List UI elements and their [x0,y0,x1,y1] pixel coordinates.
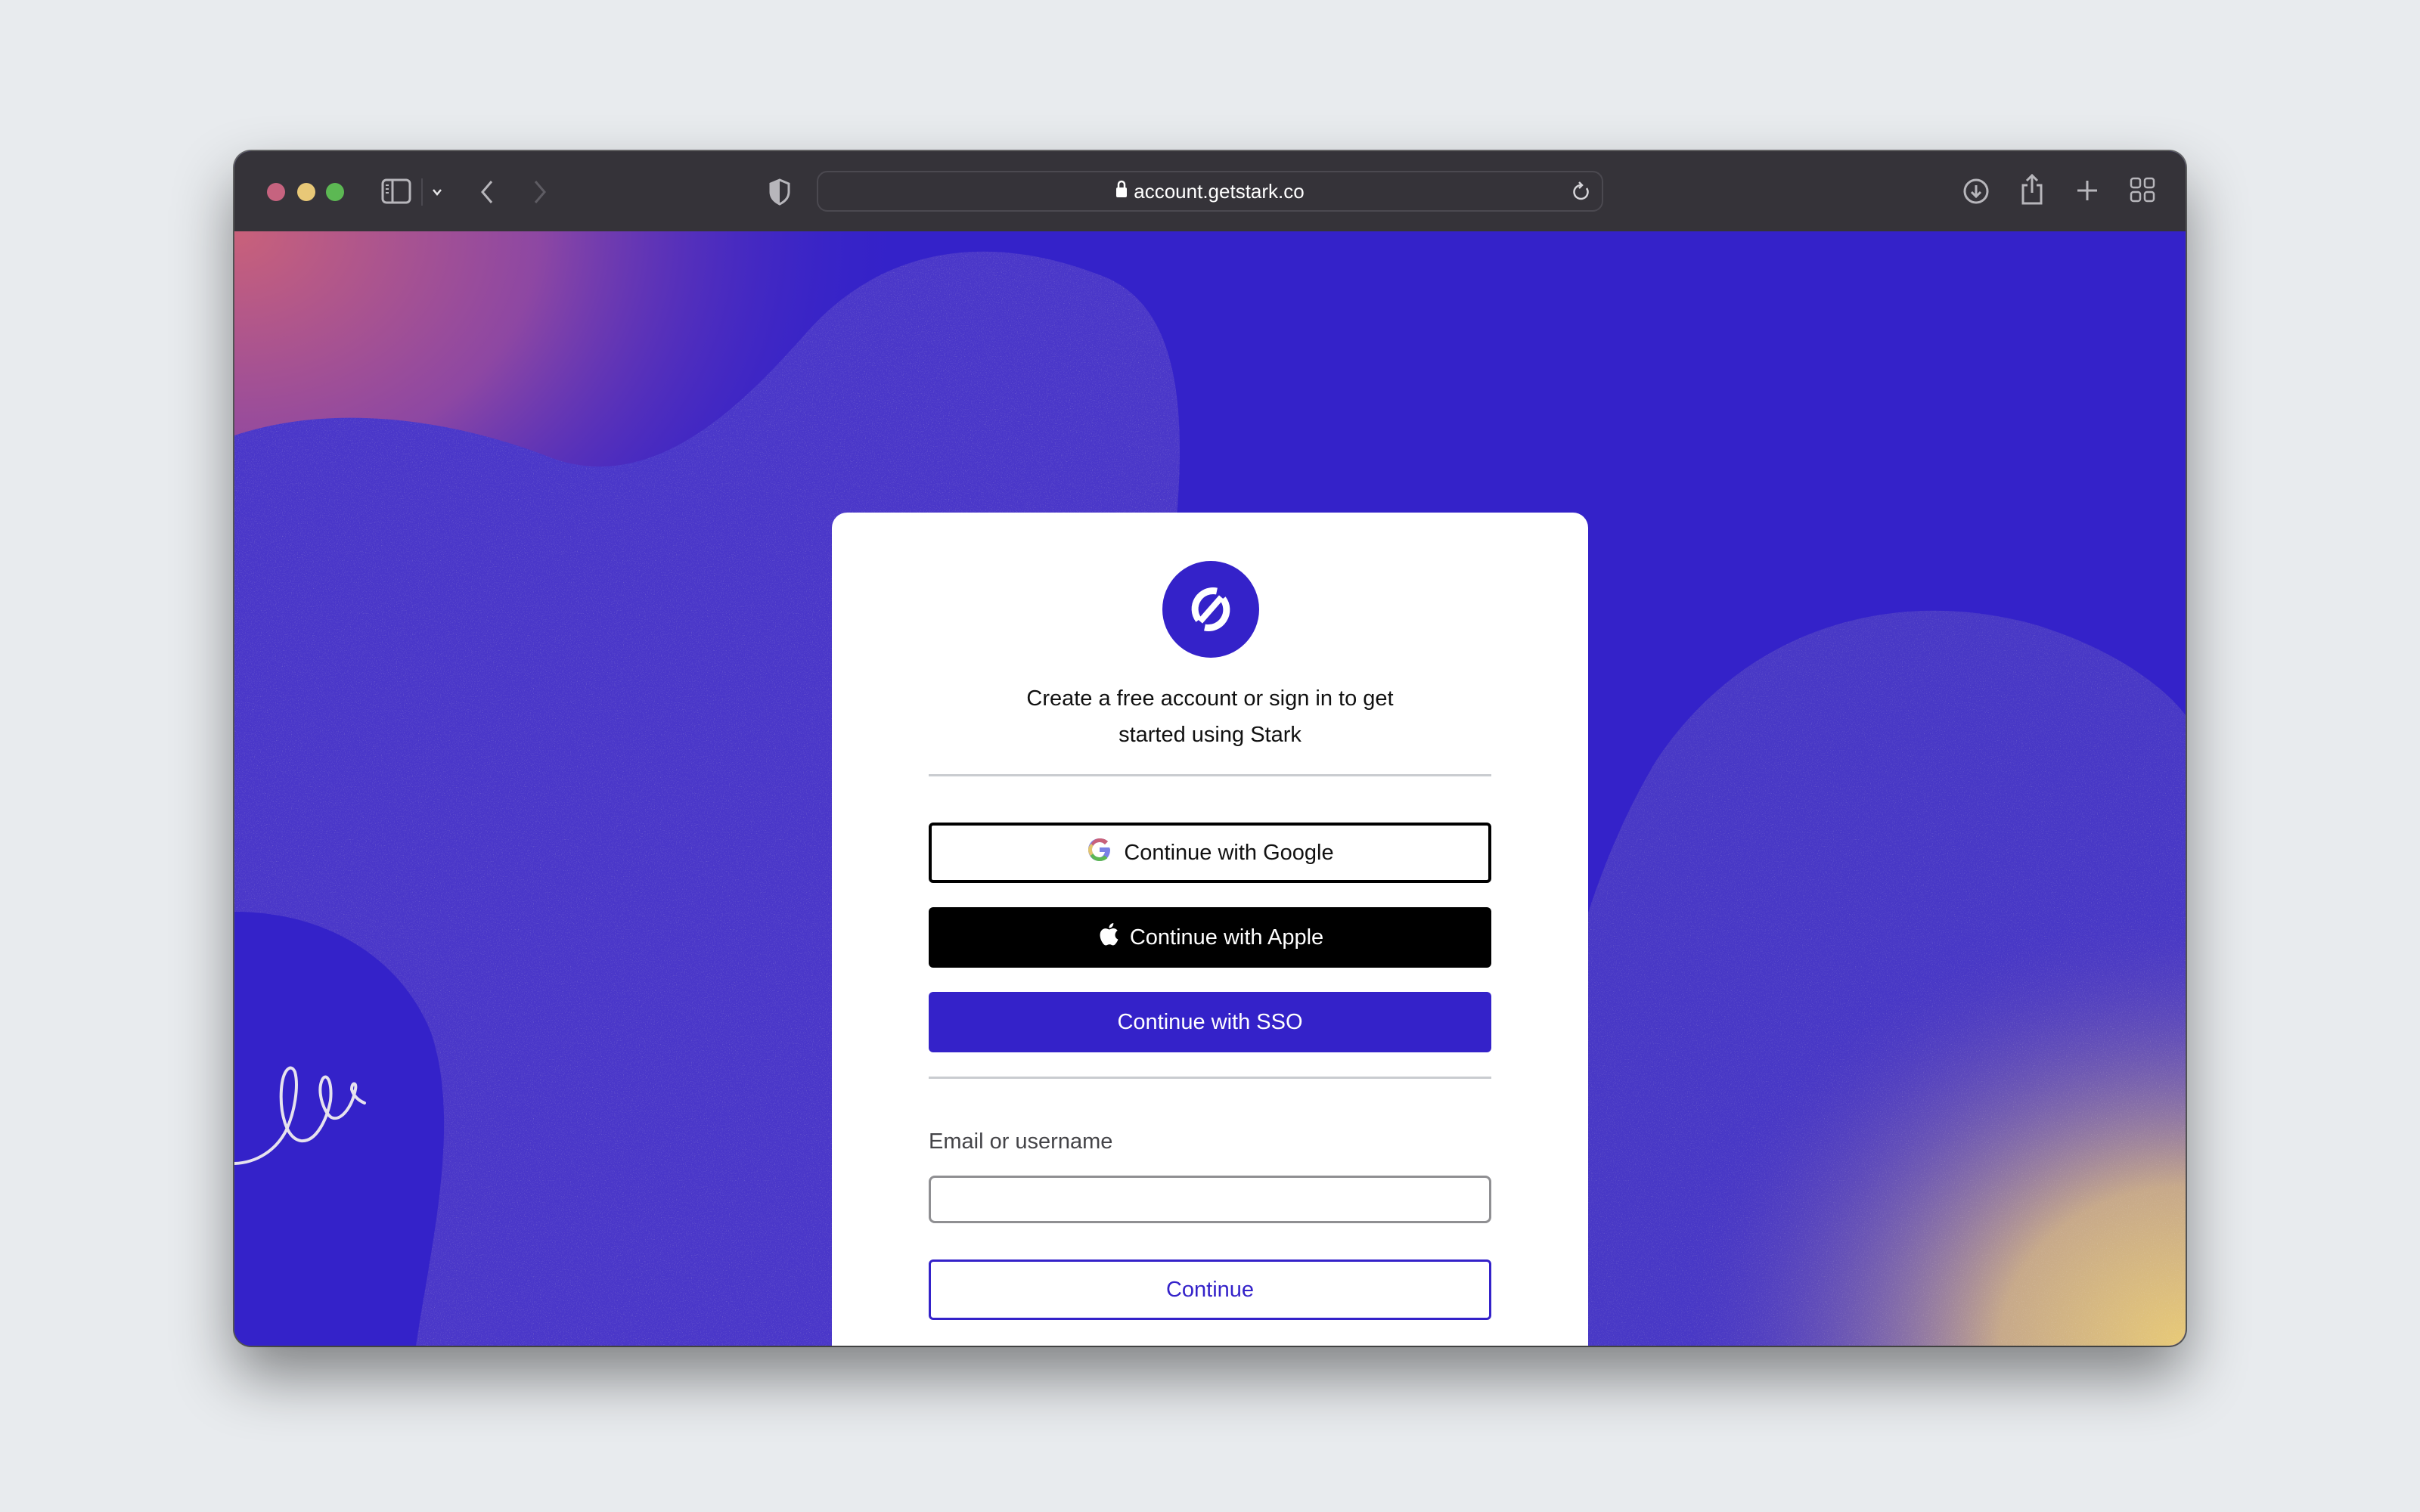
back-button[interactable] [478,177,496,207]
google-icon [1086,836,1113,869]
sso-button-label: Continue with SSO [1117,1009,1303,1034]
lock-icon [1115,180,1128,203]
continue-with-google-button[interactable]: Continue with Google [929,823,1491,883]
minimize-window-button[interactable] [297,183,315,201]
share-icon[interactable] [2019,172,2045,206]
intro-line-2: started using Stark [1118,723,1302,747]
apple-icon [1097,921,1119,954]
email-label: Email or username [929,1129,1113,1154]
grid-icon[interactable] [2130,177,2155,203]
bottom-divider [929,1077,1491,1079]
intro-line-1: Create a free account or sign in to get [1026,686,1394,711]
top-divider [929,774,1491,776]
download-icon[interactable] [1962,177,1990,206]
reload-icon[interactable] [1571,181,1591,206]
close-window-button[interactable] [267,183,285,201]
plus-icon[interactable] [2075,178,2099,203]
login-card: Create a free account or sign in to get … [832,513,1588,1346]
toolbar-separator [421,178,423,206]
google-button-label: Continue with Google [1124,840,1334,865]
browser-window: account.getstark.co Create a free accoun… [234,151,2186,1346]
email-input[interactable] [929,1176,1491,1223]
continue-with-sso-button[interactable]: Continue with SSO [929,992,1491,1052]
browser-toolbar: account.getstark.co [234,151,2186,233]
shield-icon[interactable] [768,177,791,207]
address-bar[interactable]: account.getstark.co [817,171,1603,212]
chevron-down-icon[interactable] [430,184,445,200]
continue-with-apple-button[interactable]: Continue with Apple [929,907,1491,968]
url-text: account.getstark.co [1134,179,1305,203]
apple-button-label: Continue with Apple [1129,925,1324,950]
page-viewport: Create a free account or sign in to get … [234,231,2186,1346]
stark-logo-icon [1162,561,1259,658]
intro-text: Create a free account or sign in to get … [832,680,1588,753]
forward-button[interactable] [531,177,549,207]
continue-button[interactable]: Continue [929,1259,1491,1320]
maximize-window-button[interactable] [326,183,344,201]
continue-button-label: Continue [1165,1277,1255,1302]
sidebar-icon[interactable] [381,178,411,204]
